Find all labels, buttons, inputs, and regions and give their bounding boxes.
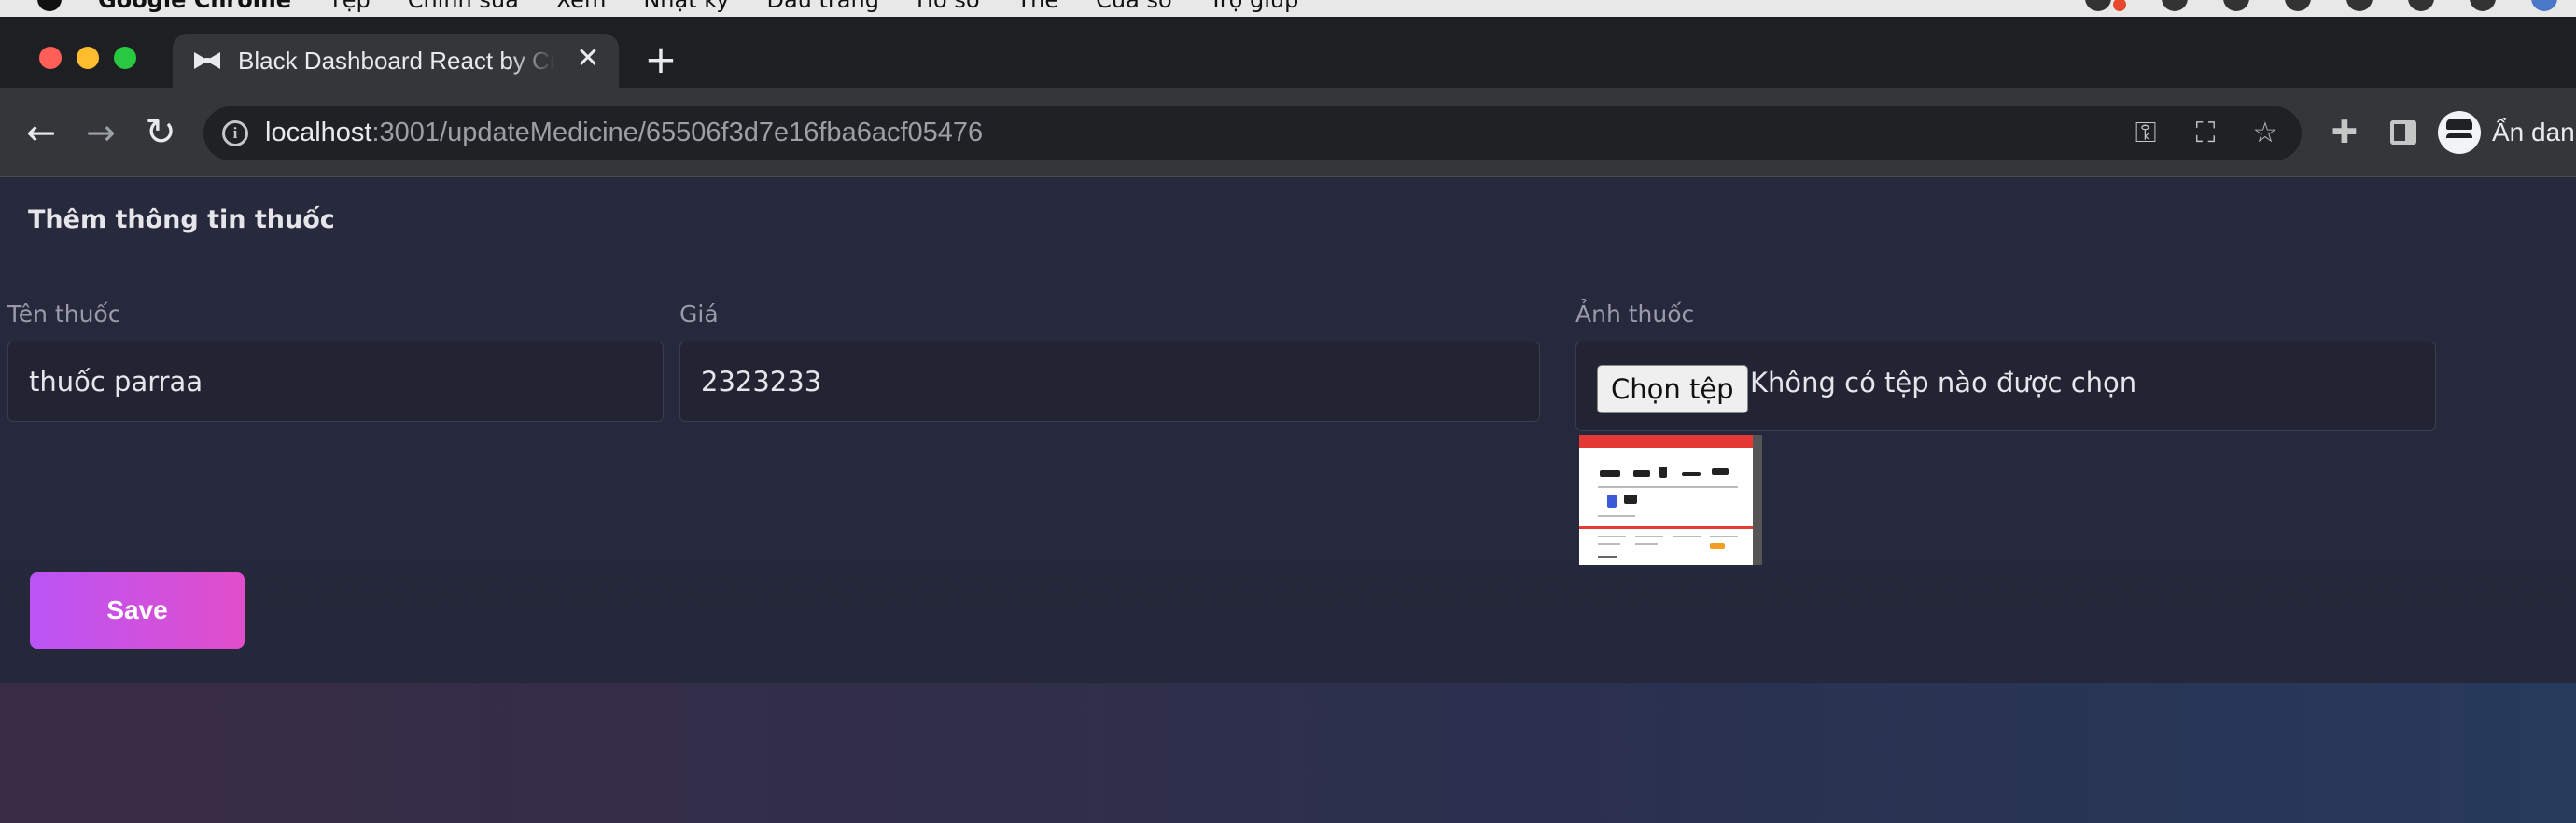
medicine-name-label: Tên thuốc — [7, 300, 121, 328]
menubar-status-icons — [2085, 0, 2557, 11]
side-panel-icon[interactable] — [2383, 112, 2424, 153]
menu-item-file[interactable]: Tệp — [329, 0, 371, 13]
macos-menubar: Google Chrome Tệp Chỉnh sửa Xem Nhật ký … — [0, 0, 2576, 17]
menu-item-view[interactable]: Xem — [556, 0, 607, 13]
site-info-icon[interactable]: i — [222, 120, 248, 146]
file-status-text: Không có tệp nào được chọn — [1750, 367, 2137, 398]
medicine-image-preview — [1579, 435, 1762, 565]
notification-dot-icon — [2113, 0, 2126, 11]
translate-icon[interactable]: ⛶ — [2190, 118, 2221, 149]
forward-arrow-icon[interactable]: → — [80, 112, 121, 153]
browser-toolbar: ← → ↻ i localhost:3001/updateMedicine/65… — [0, 88, 2576, 177]
profile-name: Ẩn danh — [2492, 118, 2576, 146]
wifi-icon[interactable] — [2346, 0, 2373, 11]
key-icon[interactable]: ⚿ — [2130, 118, 2162, 149]
control-center-icon[interactable] — [2470, 0, 2496, 11]
siri-icon[interactable] — [2531, 0, 2557, 11]
bow-tie-icon — [194, 52, 220, 69]
window-close-button[interactable] — [39, 47, 62, 69]
medicine-form-card: Thêm thông tin thuốc Tên thuốc thuốc par… — [0, 177, 2576, 683]
search-icon[interactable] — [2408, 0, 2434, 11]
url-text[interactable]: localhost:3001/updateMedicine/65506f3d7e… — [265, 118, 983, 148]
window-maximize-button[interactable] — [114, 47, 136, 69]
menu-item-tab[interactable]: Thẻ — [1017, 0, 1059, 13]
window-minimize-button[interactable] — [77, 47, 99, 69]
menu-item-app[interactable]: Google Chrome — [98, 0, 291, 13]
tab-strip: Black Dashboard React by Creative Tim ✕ … — [0, 17, 2576, 88]
price-label: Giá — [679, 300, 719, 328]
extensions-puzzle-icon[interactable]: ✚ — [2324, 112, 2365, 153]
menu-item-window[interactable]: Cửa sổ — [1096, 0, 1172, 13]
price-input[interactable]: 2323233 — [679, 342, 1540, 422]
card-title: Thêm thông tin thuốc — [28, 205, 335, 234]
bookmark-star-icon[interactable]: ☆ — [2249, 118, 2281, 149]
status-icon[interactable] — [2285, 0, 2311, 11]
page-content: Thêm thông tin thuốc Tên thuốc thuốc par… — [0, 177, 2576, 823]
medicine-image-label: Ảnh thuốc — [1575, 300, 1695, 328]
image-file-input[interactable]: Chọn tệp Không có tệp nào được chọn — [1575, 342, 2436, 431]
medicine-name-input[interactable]: thuốc parraa — [7, 342, 664, 422]
menu-item-edit[interactable]: Chỉnh sửa — [408, 0, 519, 13]
back-arrow-icon[interactable]: ← — [21, 112, 62, 153]
menu-item-help[interactable]: Trợ giúp — [1210, 0, 1299, 13]
menu-item-history[interactable]: Nhật ký — [643, 0, 729, 13]
save-button[interactable]: Save — [30, 572, 245, 649]
choose-file-button[interactable]: Chọn tệp — [1597, 365, 1748, 413]
address-bar[interactable]: i localhost:3001/updateMedicine/65506f3d… — [203, 106, 2302, 160]
new-tab-button[interactable]: + — [644, 40, 678, 79]
status-icon[interactable] — [2085, 0, 2111, 11]
browser-tab-active[interactable]: Black Dashboard React by Creative Tim ✕ — [173, 34, 619, 88]
status-icon[interactable] — [2162, 0, 2188, 11]
menubar-items: Google Chrome Tệp Chỉnh sửa Xem Nhật ký … — [98, 0, 1298, 13]
status-icon[interactable] — [2223, 0, 2249, 11]
url-host: localhost — [265, 118, 372, 147]
incognito-icon — [2438, 111, 2481, 154]
url-path: :3001/updateMedicine/65506f3d7e16fba6acf… — [371, 118, 984, 147]
apple-icon[interactable] — [37, 0, 62, 11]
tab-title: Black Dashboard React by Creative Tim — [238, 47, 555, 75]
incognito-profile-button[interactable]: Ẩn danh — [2438, 108, 2576, 157]
menu-item-profiles[interactable]: Hồ sơ — [917, 0, 980, 13]
tab-close-icon[interactable]: ✕ — [572, 43, 604, 75]
menu-item-bookmarks[interactable]: Dấu trang — [766, 0, 878, 13]
reload-icon[interactable]: ↻ — [140, 112, 181, 153]
